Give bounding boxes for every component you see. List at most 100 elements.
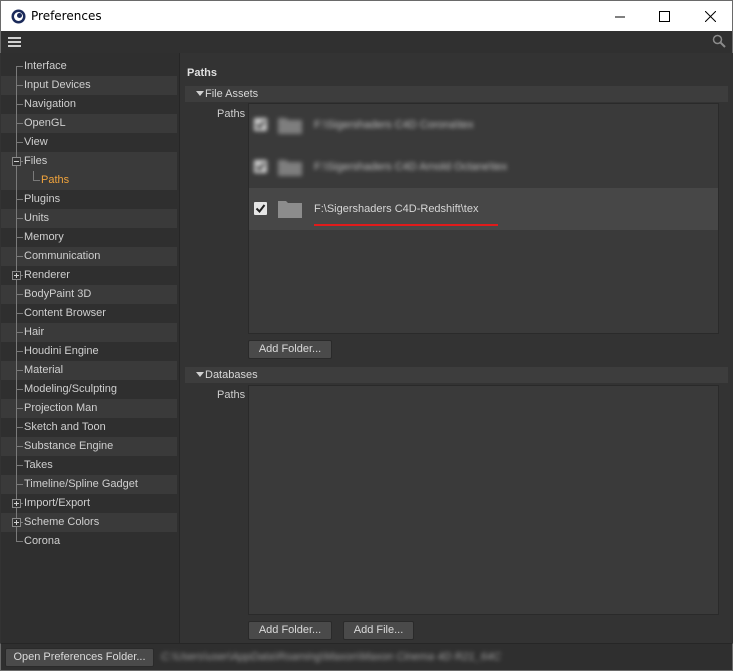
path-enabled-checkbox[interactable] bbox=[254, 118, 267, 131]
databases-paths-label: Paths bbox=[217, 389, 246, 401]
sidebar-item-files[interactable]: Files bbox=[1, 152, 177, 171]
path-text: F:\Sigershaders C4D-Redshift\tex bbox=[314, 203, 479, 215]
path-text: F:\Sigershaders C4D Arnold Octane\tex bbox=[314, 161, 508, 173]
sidebar-item-navigation[interactable]: Navigation bbox=[1, 95, 177, 114]
sidebar-item-label: Material bbox=[24, 364, 64, 376]
maximize-button[interactable] bbox=[641, 1, 687, 31]
maximize-icon bbox=[658, 10, 670, 22]
sidebar-item-corona[interactable]: Corona bbox=[1, 532, 177, 551]
sidebar-item-label: Hair bbox=[24, 326, 45, 338]
sidebar-item-label: Takes bbox=[24, 459, 53, 471]
expand-toggle-icon[interactable] bbox=[12, 499, 21, 508]
sidebar-item-interface[interactable]: Interface bbox=[1, 57, 177, 76]
path-row-selected[interactable]: F:\Sigershaders C4D-Redshift\tex bbox=[249, 188, 718, 230]
sidebar-item-label: Timeline/Spline Gadget bbox=[24, 478, 138, 490]
sidebar-item-label: Content Browser bbox=[24, 307, 106, 319]
path-row[interactable]: F:\Sigershaders C4D Corona\tex bbox=[249, 104, 718, 146]
sidebar-item-label: Navigation bbox=[24, 98, 76, 110]
sidebar-item-label: Plugins bbox=[24, 193, 61, 205]
collapse-triangle-icon bbox=[196, 372, 204, 377]
close-icon bbox=[704, 10, 716, 22]
sidebar-item-label-selected: Paths bbox=[41, 174, 70, 186]
cinema4d-app-icon bbox=[11, 9, 26, 24]
path-text: F:\Sigershaders C4D Corona\tex bbox=[314, 119, 474, 131]
sidebar-item-scheme-colors[interactable]: Scheme Colors bbox=[1, 513, 177, 532]
sidebar-item-label: Input Devices bbox=[24, 79, 91, 91]
sidebar-item-opengl[interactable]: OpenGL bbox=[1, 114, 177, 133]
title-bar: Preferences bbox=[0, 0, 733, 31]
open-preferences-folder-button[interactable]: Open Preferences Folder... bbox=[5, 648, 154, 667]
sidebar-item-label: Modeling/Sculpting bbox=[24, 383, 117, 395]
sidebar-item-label: View bbox=[24, 136, 48, 148]
sidebar-item-projection-man[interactable]: Projection Man bbox=[1, 399, 177, 418]
sidebar-item-label: Sketch and Toon bbox=[24, 421, 106, 433]
sidebar-item-import-export[interactable]: Import/Export bbox=[1, 494, 177, 513]
sidebar-item-label: OpenGL bbox=[24, 117, 66, 129]
close-button[interactable] bbox=[687, 1, 733, 31]
databases-add-folder-button[interactable]: Add Folder... bbox=[248, 621, 332, 640]
page-title: Paths bbox=[187, 67, 217, 79]
sidebar-item-substance-engine[interactable]: Substance Engine bbox=[1, 437, 177, 456]
sidebar-item-material[interactable]: Material bbox=[1, 361, 177, 380]
sidebar-item-label: Houdini Engine bbox=[24, 345, 99, 357]
sidebar-item-plugins[interactable]: Plugins bbox=[1, 190, 177, 209]
sidebar-item-modeling-sculpting[interactable]: Modeling/Sculpting bbox=[1, 380, 177, 399]
expand-toggle-icon[interactable] bbox=[12, 271, 21, 280]
sidebar-item-label: Corona bbox=[24, 535, 61, 547]
sidebar-item-hair[interactable]: Hair bbox=[1, 323, 177, 342]
sidebar-item-content-browser[interactable]: Content Browser bbox=[1, 304, 177, 323]
folder-icon bbox=[278, 160, 302, 176]
file-assets-paths-label: Paths bbox=[217, 108, 246, 120]
preferences-folder-path: C:\Users\user\AppData\Roaming\Maxon\Maxo… bbox=[161, 651, 501, 663]
sidebar-item-label: Scheme Colors bbox=[24, 516, 100, 528]
group-title: File Assets bbox=[205, 88, 259, 100]
expand-toggle-icon[interactable] bbox=[12, 518, 21, 527]
group-title: Databases bbox=[205, 369, 258, 381]
sidebar-item-takes[interactable]: Takes bbox=[1, 456, 177, 475]
minimize-button[interactable] bbox=[597, 1, 643, 31]
databases-add-file-button[interactable]: Add File... bbox=[343, 621, 414, 640]
sidebar-item-label: Units bbox=[24, 212, 50, 224]
sidebar-item-label: Communication bbox=[24, 250, 101, 262]
sidebar-item-paths[interactable]: Paths bbox=[1, 171, 177, 190]
sidebar-item-houdini-engine[interactable]: Houdini Engine bbox=[1, 342, 177, 361]
preferences-main-panel: Paths File Assets Paths F:\Sigershaders … bbox=[181, 53, 732, 643]
search-icon[interactable] bbox=[712, 34, 726, 48]
sidebar-item-label: Renderer bbox=[24, 269, 70, 281]
folder-icon bbox=[278, 201, 302, 218]
sidebar-item-view[interactable]: View bbox=[1, 133, 177, 152]
sidebar-item-renderer[interactable]: Renderer bbox=[1, 266, 177, 285]
toolbar bbox=[0, 31, 733, 53]
sidebar-item-memory[interactable]: Memory bbox=[1, 228, 177, 247]
databases-paths-list[interactable] bbox=[248, 385, 719, 615]
sidebar-item-sketch-and-toon[interactable]: Sketch and Toon bbox=[1, 418, 177, 437]
red-underline-annotation bbox=[314, 224, 498, 226]
path-enabled-checkbox[interactable] bbox=[254, 160, 267, 173]
collapse-toggle-icon[interactable] bbox=[12, 157, 21, 166]
databases-group-header[interactable]: Databases bbox=[185, 367, 728, 383]
file-assets-paths-list[interactable]: F:\Sigershaders C4D Corona\tex F:\Sigers… bbox=[248, 103, 719, 334]
collapse-triangle-icon bbox=[196, 91, 204, 96]
preferences-sidebar-tree: Interface Input Devices Navigation OpenG… bbox=[1, 53, 180, 643]
sidebar-item-timeline-spline-gadget[interactable]: Timeline/Spline Gadget bbox=[1, 475, 177, 494]
minimize-icon bbox=[614, 16, 625, 17]
file-assets-group-header[interactable]: File Assets bbox=[185, 86, 728, 102]
path-row[interactable]: F:\Sigershaders C4D Arnold Octane\tex bbox=[249, 146, 718, 188]
sidebar-item-communication[interactable]: Communication bbox=[1, 247, 177, 266]
sidebar-item-label: Import/Export bbox=[24, 497, 91, 509]
sidebar-item-bodypaint-3d[interactable]: BodyPaint 3D bbox=[1, 285, 177, 304]
window-title: Preferences bbox=[31, 9, 102, 23]
sidebar-item-label: Interface bbox=[24, 60, 67, 72]
sidebar-item-input-devices[interactable]: Input Devices bbox=[1, 76, 177, 95]
hamburger-menu-icon[interactable] bbox=[7, 35, 23, 49]
sidebar-item-label: BodyPaint 3D bbox=[24, 288, 92, 300]
sidebar-item-label: Files bbox=[24, 155, 48, 167]
bottom-bar: Open Preferences Folder... C:\Users\user… bbox=[0, 643, 733, 671]
path-enabled-checkbox[interactable] bbox=[254, 202, 267, 215]
sidebar-item-units[interactable]: Units bbox=[1, 209, 177, 228]
sidebar-item-label: Substance Engine bbox=[24, 440, 114, 452]
file-assets-add-folder-button[interactable]: Add Folder... bbox=[248, 340, 332, 359]
sidebar-item-label: Memory bbox=[24, 231, 64, 243]
folder-icon bbox=[278, 118, 302, 134]
sidebar-item-label: Projection Man bbox=[24, 402, 98, 414]
